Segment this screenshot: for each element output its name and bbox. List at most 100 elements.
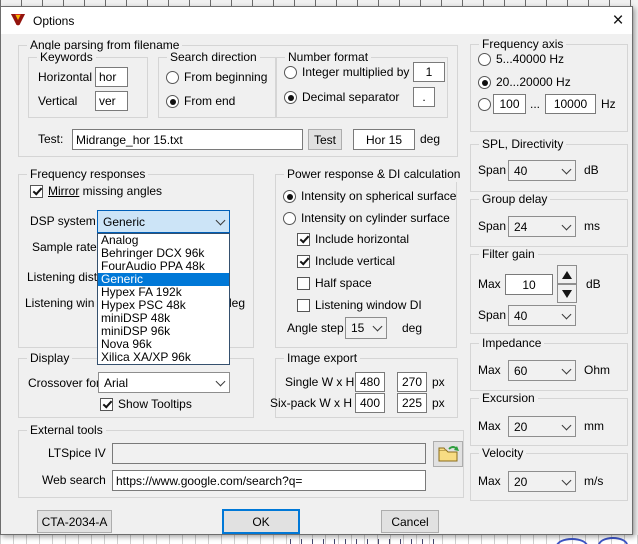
show-tooltips-checkbox[interactable] [100,398,113,411]
sixpack-height-input[interactable] [397,393,427,413]
group-title-display: Display [27,351,72,366]
radio-from-end-label[interactable]: From end [184,94,235,108]
test-filename-input[interactable] [72,129,303,150]
group-search-direction: Search direction [158,57,276,118]
single-height-input[interactable] [397,372,427,392]
group-title-excursion: Excursion [479,391,538,406]
group-delay-span-combobox[interactable]: 24 [508,216,576,237]
impedance-max-label: Max [478,363,501,377]
sixpack-size-unit: px [432,396,445,410]
radio-cylinder-surface[interactable] [283,212,296,225]
dsp-system-label: DSP system [30,214,96,228]
spl-span-unit: dB [584,163,599,177]
dropdown-item-minidsp-96[interactable]: miniDSP 96k [98,325,229,338]
dropdown-item-hypex-fa[interactable]: Hypex FA 192k [98,286,229,299]
chevron-down-icon [562,364,572,374]
filter-gain-max-label: Max [478,277,501,291]
radio-integer-multiplied-label[interactable]: Integer multiplied by [302,65,409,79]
web-search-input[interactable] [112,470,426,491]
test-button[interactable]: Test [308,129,342,150]
half-space-checkbox[interactable] [297,277,310,290]
velocity-max-combobox[interactable]: 20 [508,471,576,492]
radio-spherical-surface[interactable] [283,190,296,203]
radio-freq-20-20000[interactable] [478,76,491,89]
radio-spherical-surface-label[interactable]: Intensity on spherical surface [301,189,456,203]
single-width-input[interactable] [355,372,385,392]
dropdown-item-xilica[interactable]: Xilica XA/XP 96k [98,351,229,364]
crossover-font-label: Crossover font [28,376,106,390]
freq-custom-min-input[interactable] [493,94,526,114]
radio-freq-20-20000-label[interactable]: 20...20000 Hz [496,75,571,89]
vertical-label: Vertical [38,94,77,108]
impedance-max-combobox[interactable]: 60 [508,360,576,381]
listening-window-di-checkbox[interactable] [297,299,310,312]
chevron-down-icon [216,376,226,386]
group-title-frequency-responses: Frequency responses [27,167,148,182]
radio-integer-multiplied[interactable] [284,66,297,79]
radio-freq-5-40000-label[interactable]: 5...40000 Hz [496,52,564,66]
dropdown-item-hypex-psc[interactable]: Hypex PSC 48k [98,299,229,312]
half-space-label[interactable]: Half space [315,276,372,290]
down-arrow-icon [562,290,572,298]
dropdown-item-nova[interactable]: Nova 96k [98,338,229,351]
radio-decimal-separator-label[interactable]: Decimal separator [302,90,399,104]
horizontal-keyword-input[interactable] [95,67,128,87]
chevron-down-icon [562,420,572,430]
group-title-power-response: Power response & DI calculation [284,167,463,182]
integer-multiplier-input[interactable] [413,62,445,82]
dsp-system-combobox[interactable]: Generic [97,210,230,233]
include-horizontal-label[interactable]: Include horizontal [315,232,409,246]
background-curve [598,537,628,544]
radio-cylinder-surface-label[interactable]: Intensity on cylinder surface [301,211,450,225]
spl-span-label: Span [478,163,506,177]
angle-step-value: 15 [351,321,374,335]
sixpack-width-input[interactable] [355,393,385,413]
radio-from-end[interactable] [166,95,179,108]
mirror-missing-angles-label[interactable]: Mirror missing angles [48,184,162,198]
chevron-down-icon [562,309,572,319]
filter-gain-max-input[interactable] [505,274,553,295]
cancel-button[interactable]: Cancel [381,510,439,533]
decimal-separator-input[interactable] [413,87,435,107]
dropdown-item-generic[interactable]: Generic [98,273,229,286]
dropdown-item-minidsp-48[interactable]: miniDSP 48k [98,312,229,325]
group-delay-span-value: 24 [514,220,563,234]
angle-step-combobox[interactable]: 15 [345,317,387,339]
spl-span-combobox[interactable]: 40 [508,160,576,181]
include-vertical-label[interactable]: Include vertical [315,254,395,268]
radio-from-beginning[interactable] [166,71,179,84]
listening-window-label: Listening win h [25,296,104,310]
close-button[interactable]: × [604,8,632,33]
radio-from-beginning-label[interactable]: From beginning [184,70,267,84]
close-icon: × [612,11,623,30]
ltspice-browse-button[interactable] [433,441,463,467]
velocity-max-label: Max [478,474,501,488]
freq-custom-max-input[interactable] [545,94,596,114]
filter-gain-span-combobox[interactable]: 40 [508,305,576,326]
vertical-keyword-input[interactable] [95,91,128,111]
crossover-font-combobox[interactable]: Arial [98,372,230,393]
title-bar [1,7,632,34]
ok-button[interactable]: OK [222,509,300,534]
filter-gain-max-unit: dB [586,277,601,291]
dropdown-item-behringer[interactable]: Behringer DCX 96k [98,247,229,260]
group-delay-span-label: Span [478,219,506,233]
radio-freq-custom[interactable] [478,98,491,111]
show-tooltips-label[interactable]: Show Tooltips [118,397,192,411]
ltspice-path-input[interactable] [112,443,426,464]
listening-window-di-label[interactable]: Listening window DI [315,298,422,312]
filter-gain-spinner-up[interactable] [557,265,577,284]
dropdown-item-analog[interactable]: Analog [98,234,229,247]
radio-decimal-separator[interactable] [284,91,297,104]
mirror-missing-angles-checkbox[interactable] [30,185,43,198]
cta-2034-a-button[interactable]: CTA-2034-A [37,510,112,533]
excursion-max-label: Max [478,419,501,433]
include-horizontal-checkbox[interactable] [297,233,310,246]
radio-freq-5-40000[interactable] [478,53,491,66]
angle-step-unit: deg [402,321,422,335]
filter-gain-spinner-down[interactable] [557,284,577,303]
dropdown-item-fouraudio[interactable]: FourAudio PPA 48k [98,260,229,273]
background-ticks [290,539,440,544]
excursion-max-combobox[interactable]: 20 [508,416,576,437]
include-vertical-checkbox[interactable] [297,255,310,268]
